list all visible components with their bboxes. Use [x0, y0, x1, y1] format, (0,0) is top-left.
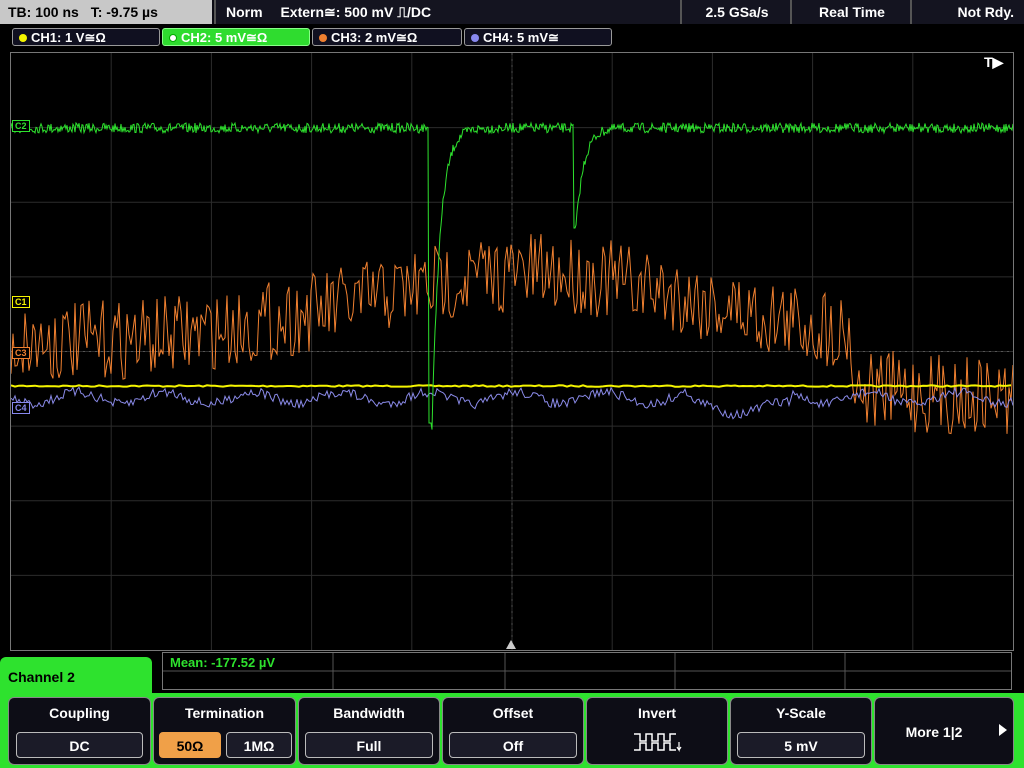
- offset-softkey[interactable]: Offset Off: [442, 697, 584, 765]
- menu-title: Channel 2: [0, 657, 152, 697]
- channel-4-dot: [471, 34, 479, 42]
- more-arrow-icon: [999, 724, 1007, 736]
- trigger-time-marker[interactable]: [506, 640, 516, 649]
- trigger-position-marker[interactable]: T▶: [984, 54, 1003, 71]
- measurement-mean: Mean: -177.52 µV: [170, 655, 276, 670]
- waveform-display[interactable]: [10, 52, 1014, 651]
- y-scale-value[interactable]: 5 mV: [737, 732, 865, 758]
- bandwidth-value[interactable]: Full: [305, 732, 433, 758]
- channel-2-dot: [169, 34, 177, 42]
- timebase-box[interactable]: TB: 100 ns T: -9.75 µs: [0, 0, 212, 24]
- more-label: More 1|2: [905, 724, 963, 740]
- bandwidth-softkey[interactable]: Bandwidth Full: [298, 697, 440, 765]
- offset-title: Offset: [492, 705, 534, 721]
- trigger-mode: Norm: [226, 4, 263, 20]
- y-scale-softkey[interactable]: Y-Scale 5 mV: [730, 697, 872, 765]
- coupling-value[interactable]: DC: [16, 732, 143, 758]
- invert-title: Invert: [637, 705, 677, 721]
- bandwidth-title: Bandwidth: [333, 705, 405, 721]
- acquisition-mode: Real Time: [790, 0, 912, 24]
- termination-softkey[interactable]: Termination 50Ω 1MΩ: [153, 697, 296, 765]
- channel-2-label: CH2: 5 mV≅Ω: [181, 30, 268, 45]
- termination-50ohm-option[interactable]: 50Ω: [159, 732, 221, 758]
- channel-tab-3[interactable]: CH3: 2 mV≅Ω: [312, 28, 462, 46]
- y-scale-title: Y-Scale: [776, 705, 826, 721]
- channel-3-level-marker[interactable]: C3: [12, 347, 30, 359]
- measurement-dividers: [163, 653, 1011, 689]
- offset-value[interactable]: Off: [449, 732, 577, 758]
- channel-4-label: CH4: 5 mV≅: [483, 30, 559, 45]
- more-softkey[interactable]: More 1|2: [874, 697, 1014, 765]
- channel-1-level-marker[interactable]: C1: [12, 296, 30, 308]
- channel-2-level-marker[interactable]: C2: [12, 120, 30, 132]
- channel-4-level-marker[interactable]: C4: [12, 402, 30, 414]
- channel-1-label: CH1: 1 V≅Ω: [31, 30, 106, 45]
- waveform-canvas: [11, 53, 1013, 650]
- coupling-title: Coupling: [49, 705, 110, 721]
- termination-title: Termination: [184, 705, 265, 721]
- coupling-softkey[interactable]: Coupling DC: [8, 697, 151, 765]
- channel-3-dot: [319, 34, 327, 42]
- run-state: Not Rdy.: [910, 0, 1024, 24]
- invert-softkey[interactable]: Invert: [586, 697, 728, 765]
- channel-tab-2[interactable]: CH2: 5 mV≅Ω: [162, 28, 310, 46]
- trigger-time-label: T: -9.75 µs: [90, 4, 158, 20]
- channel-1-trace: [11, 384, 1012, 388]
- channel-3-label: CH3: 2 mV≅Ω: [331, 30, 418, 45]
- channel-tab-4[interactable]: CH4: 5 mV≅: [464, 28, 612, 46]
- invert-waveform-icon: [634, 733, 682, 752]
- trigger-info[interactable]: Norm Extern≅: 500 mV ⎍/DC: [214, 0, 682, 24]
- sample-rate: 2.5 GSa/s: [680, 0, 792, 24]
- channel-tab-1[interactable]: CH1: 1 V≅Ω: [12, 28, 160, 46]
- timebase-label: TB: 100 ns: [8, 4, 79, 20]
- trigger-source: Extern≅: 500 mV ⎍/DC: [280, 4, 432, 20]
- channel-1-dot: [19, 34, 27, 42]
- termination-1mohm-option[interactable]: 1MΩ: [226, 732, 292, 758]
- measurement-panel: [162, 652, 1012, 690]
